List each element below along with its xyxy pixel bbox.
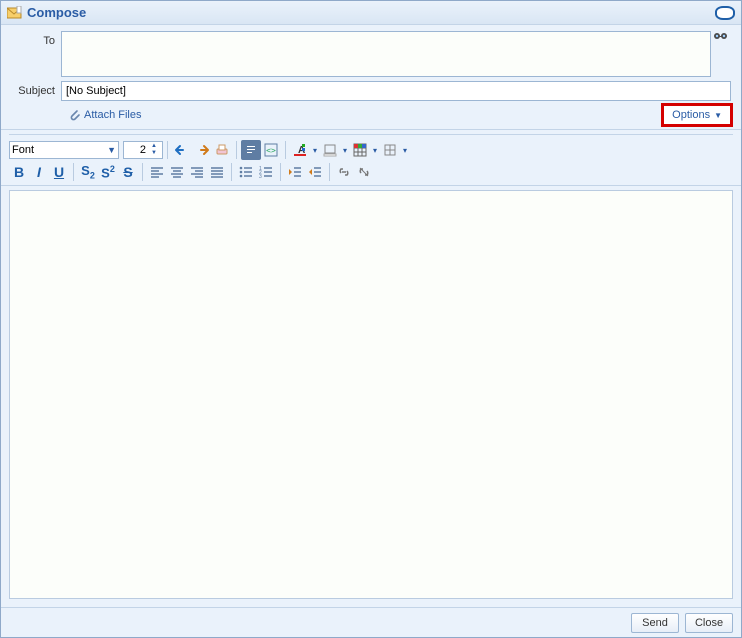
header-form: To Subject Attach Files xyxy=(1,25,741,130)
indent-button[interactable] xyxy=(305,162,325,182)
insert-link-button[interactable] xyxy=(334,162,354,182)
font-size-input[interactable] xyxy=(124,144,148,156)
footer: Send Close xyxy=(1,607,741,637)
outdent-icon xyxy=(288,166,302,178)
source-icon: <> xyxy=(264,143,278,157)
font-color-dropdown[interactable] xyxy=(310,140,320,160)
subscript-button[interactable]: S2 xyxy=(78,162,98,182)
message-body[interactable] xyxy=(9,190,733,599)
superscript-button[interactable]: S2 xyxy=(98,162,118,182)
size-down-icon[interactable]: ▼ xyxy=(148,150,160,157)
insert-table-button[interactable] xyxy=(350,140,370,160)
indent-icon xyxy=(308,166,322,178)
bold-icon: B xyxy=(14,164,24,180)
highlight-icon xyxy=(323,143,337,157)
align-center-icon xyxy=(170,166,184,178)
cell-options-button[interactable] xyxy=(380,140,400,160)
send-button[interactable]: Send xyxy=(631,613,679,633)
richtext-icon xyxy=(244,143,258,157)
align-left-icon xyxy=(150,166,164,178)
bold-button[interactable]: B xyxy=(9,162,29,182)
attach-files-link[interactable]: Attach Files xyxy=(67,108,141,122)
italic-button[interactable]: I xyxy=(29,162,49,182)
font-color-button[interactable]: A xyxy=(290,140,310,160)
svg-text:<>: <> xyxy=(266,146,276,155)
align-left-button[interactable] xyxy=(147,162,167,182)
svg-text:3: 3 xyxy=(259,174,262,178)
source-mode-button[interactable]: <> xyxy=(261,140,281,160)
cell-icon xyxy=(383,143,397,157)
undo-button[interactable] xyxy=(172,140,192,160)
cell-options-dropdown[interactable] xyxy=(400,140,410,160)
align-right-button[interactable] xyxy=(187,162,207,182)
editor-toolbar: Font ▼ ▲▼ <> xyxy=(1,130,741,186)
bullet-list-button[interactable] xyxy=(236,162,256,182)
address-book-icon[interactable] xyxy=(713,31,729,45)
close-button[interactable]: Close xyxy=(685,613,733,633)
underline-button[interactable]: U xyxy=(49,162,69,182)
eraser-icon xyxy=(215,143,229,157)
size-up-icon[interactable]: ▲ xyxy=(148,143,160,150)
numbered-list-icon: 123 xyxy=(259,166,273,178)
highlight-color-button[interactable] xyxy=(320,140,340,160)
font-color-icon: A xyxy=(293,143,307,157)
align-justify-icon xyxy=(210,166,224,178)
subject-field[interactable] xyxy=(61,81,731,101)
toolbar-row-2: B I U S2 S2 S 123 xyxy=(9,161,733,183)
titlebar: Compose xyxy=(1,1,741,25)
toolbar-row-1: Font ▼ ▲▼ <> xyxy=(9,139,733,161)
align-right-icon xyxy=(190,166,204,178)
to-label: To xyxy=(11,31,61,47)
insert-table-dropdown[interactable] xyxy=(370,140,380,160)
options-button[interactable]: Options ▼ xyxy=(661,103,733,127)
compose-icon xyxy=(7,6,23,20)
align-center-button[interactable] xyxy=(167,162,187,182)
unlink-icon xyxy=(357,165,371,179)
editor-area xyxy=(1,186,741,607)
bullet-list-icon xyxy=(239,166,253,178)
superscript-icon: S2 xyxy=(101,164,115,180)
italic-icon: I xyxy=(37,164,41,180)
subscript-icon: S2 xyxy=(81,163,95,181)
table-icon xyxy=(353,143,367,157)
redo-button[interactable] xyxy=(192,140,212,160)
compose-window: Compose To Subject xyxy=(0,0,742,638)
to-field[interactable] xyxy=(61,31,711,77)
paperclip-icon xyxy=(67,108,81,122)
undo-icon xyxy=(174,143,190,157)
font-size-stepper[interactable]: ▲▼ xyxy=(123,141,163,159)
outdent-button[interactable] xyxy=(285,162,305,182)
underline-icon: U xyxy=(54,164,64,180)
help-icon[interactable] xyxy=(715,6,735,20)
clear-formatting-button[interactable] xyxy=(212,140,232,160)
strikethrough-icon: S xyxy=(123,164,132,180)
highlight-color-dropdown[interactable] xyxy=(340,140,350,160)
rich-text-mode-button[interactable] xyxy=(241,140,261,160)
link-icon xyxy=(337,165,351,179)
redo-icon xyxy=(194,143,210,157)
remove-link-button[interactable] xyxy=(354,162,374,182)
align-justify-button[interactable] xyxy=(207,162,227,182)
numbered-list-button[interactable]: 123 xyxy=(256,162,276,182)
font-family-select[interactable]: Font ▼ xyxy=(9,141,119,159)
subject-label: Subject xyxy=(11,81,61,97)
chevron-down-icon: ▼ xyxy=(714,111,722,120)
strikethrough-button[interactable]: S xyxy=(118,162,138,182)
chevron-down-icon: ▼ xyxy=(107,145,116,155)
window-title: Compose xyxy=(27,5,86,20)
